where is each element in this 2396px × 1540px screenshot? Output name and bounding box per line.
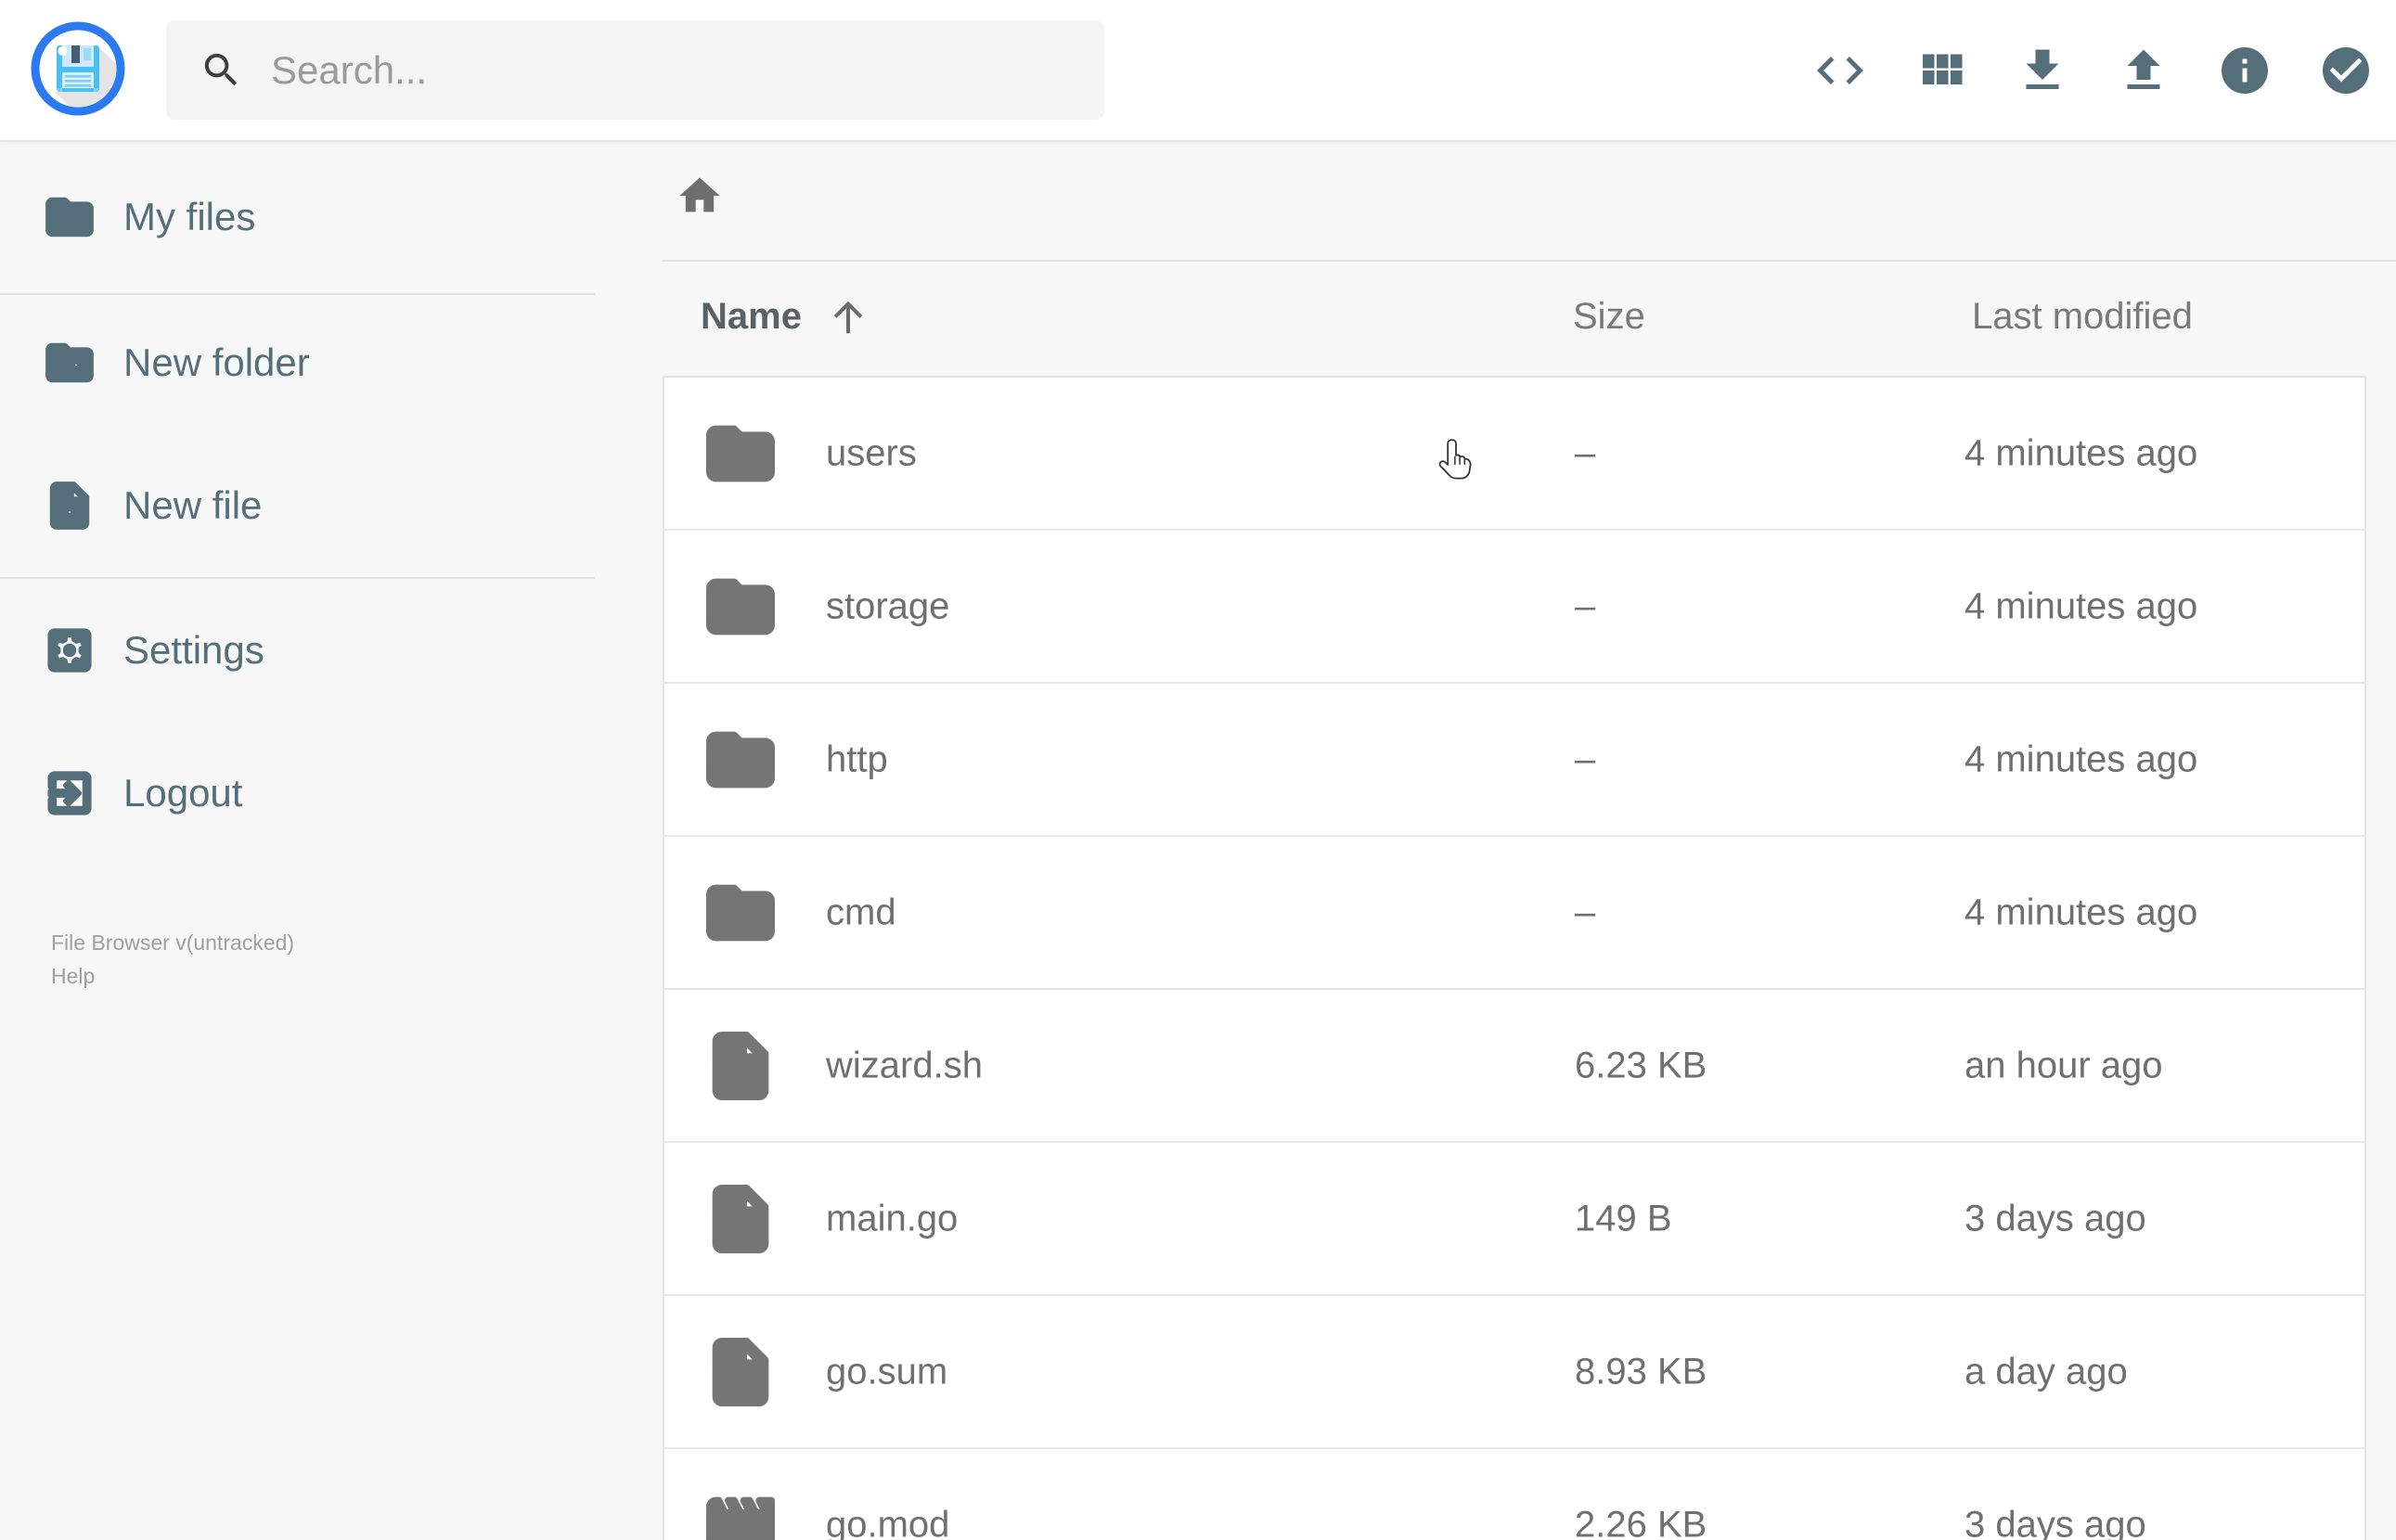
column-header-modified[interactable]: Last modified: [1972, 290, 2193, 342]
home-icon: [679, 177, 720, 212]
sidebar-item-logout[interactable]: Logout: [44, 761, 242, 826]
sidebar: File Browser v(untracked) Help My files …: [0, 142, 595, 1540]
file-name: cmd: [826, 892, 896, 932]
search-input[interactable]: [271, 47, 1104, 93]
code-brackets-icon: [1817, 56, 1863, 84]
sidebar-item-settings[interactable]: Settings: [44, 618, 264, 683]
sidebar-item-new-folder[interactable]: New folder: [44, 330, 310, 395]
download-icon: [2026, 49, 2059, 89]
filebrowser-app: File Browser v(untracked) Help My files …: [0, 0, 2396, 1540]
listing-row-cmd[interactable]: cmd – 4 minutes ago: [664, 835, 2364, 988]
sidebar-item-label: New file: [123, 483, 263, 527]
file-name: http: [826, 738, 888, 779]
listing-row-storage[interactable]: storage – 4 minutes ago: [664, 529, 2364, 682]
listing-row-wizard.sh[interactable]: wizard.sh 6.23 KB an hour ago: [664, 988, 2364, 1141]
folder-icon: [706, 731, 775, 788]
file-size: 8.93 KB: [1575, 1351, 1707, 1392]
file-size: 149 B: [1575, 1198, 1672, 1238]
column-header-name[interactable]: Name: [701, 290, 870, 342]
listing-row-go.sum[interactable]: go.sum 8.93 KB a day ago: [664, 1294, 2364, 1447]
file-icon: [712, 1031, 769, 1100]
folder-icon: [706, 884, 775, 941]
upload-icon: [2127, 49, 2160, 89]
grid-view-icon: [1923, 54, 1963, 84]
file-list: users – 4 minutes ago storage – 4 minute…: [663, 376, 2366, 1540]
file-name: go.mod: [826, 1504, 950, 1540]
file-size: 2.26 KB: [1575, 1504, 1707, 1540]
create-new-folder-icon: [45, 342, 94, 383]
listing-row-go.mod[interactable]: go.mod 2.26 KB 3 days ago: [664, 1447, 2364, 1540]
file-size: –: [1575, 432, 1596, 473]
column-header-size[interactable]: Size: [1573, 290, 1645, 342]
logout-icon: [47, 771, 92, 815]
sidebar-divider: [0, 577, 595, 579]
version-link[interactable]: File Browser v(untracked): [51, 926, 294, 959]
file-name: wizard.sh: [826, 1045, 983, 1085]
breadcrumb-home[interactable]: [676, 172, 724, 220]
sidebar-item-label: New folder: [123, 340, 310, 384]
sidebar-item-label: Logout: [123, 771, 243, 815]
sidebar-item-label: My files: [123, 195, 256, 238]
check-circle-icon: [2323, 46, 2369, 94]
folder-icon: [706, 578, 775, 635]
file-modified: 4 minutes ago: [1964, 432, 2198, 473]
listing-row-http[interactable]: http – 4 minutes ago: [664, 682, 2364, 835]
app-logo[interactable]: [27, 19, 129, 122]
note-add-icon: [49, 481, 90, 530]
file-modified: 3 days ago: [1964, 1198, 2146, 1238]
listing-row-main.go[interactable]: main.go 149 B 3 days ago: [664, 1141, 2364, 1294]
select-multiple-button[interactable]: [2318, 43, 2374, 98]
column-header-name-label: Name: [701, 295, 802, 337]
file-modified: 4 minutes ago: [1964, 585, 2198, 626]
download-button[interactable]: [2015, 43, 2070, 98]
file-name: storage: [826, 585, 950, 626]
info-icon: [2222, 46, 2268, 94]
file-modified: 3 days ago: [1964, 1504, 2146, 1540]
upload-button[interactable]: [2116, 43, 2171, 98]
movie-icon: [706, 1496, 775, 1540]
settings-icon: [47, 628, 92, 673]
file-listing-area: Name Size Last modified users – 4 minute…: [663, 142, 2396, 1540]
floppy-disk-icon: [31, 21, 125, 116]
file-size: –: [1575, 738, 1596, 779]
top-bar: [0, 0, 2396, 142]
file-name: main.go: [826, 1198, 959, 1238]
folder-icon: [706, 425, 775, 481]
file-name: go.sum: [826, 1351, 948, 1392]
sidebar-item-my-files[interactable]: My files: [44, 185, 255, 250]
file-size: –: [1575, 585, 1596, 626]
file-modified: a day ago: [1964, 1351, 2128, 1392]
help-link[interactable]: Help: [51, 959, 294, 993]
file-modified: an hour ago: [1964, 1045, 2163, 1085]
raw-view-button[interactable]: [1812, 43, 1868, 98]
topbar-actions: [1812, 0, 2374, 140]
sidebar-item-label: Settings: [123, 628, 264, 672]
sort-ascending-icon: [833, 301, 863, 334]
file-icon: [712, 1337, 769, 1406]
file-size: –: [1575, 892, 1596, 932]
listing-header: Name Size Last modified: [663, 290, 2396, 342]
switch-view-button[interactable]: [1913, 43, 1969, 98]
folder-icon: [45, 197, 94, 237]
file-name: users: [826, 432, 917, 473]
sidebar-item-new-file[interactable]: New file: [44, 473, 262, 538]
file-modified: 4 minutes ago: [1964, 892, 2198, 932]
sidebar-footer: File Browser v(untracked) Help: [51, 926, 294, 993]
file-size: 6.23 KB: [1575, 1045, 1707, 1085]
breadcrumb-divider: [663, 260, 2396, 262]
file-modified: 4 minutes ago: [1964, 738, 2198, 779]
search-box[interactable]: [166, 20, 1104, 120]
file-icon: [712, 1184, 769, 1253]
sidebar-divider: [0, 293, 595, 295]
search-icon: [204, 53, 238, 86]
listing-row-users[interactable]: users – 4 minutes ago: [664, 378, 2364, 529]
info-button[interactable]: [2217, 43, 2273, 98]
